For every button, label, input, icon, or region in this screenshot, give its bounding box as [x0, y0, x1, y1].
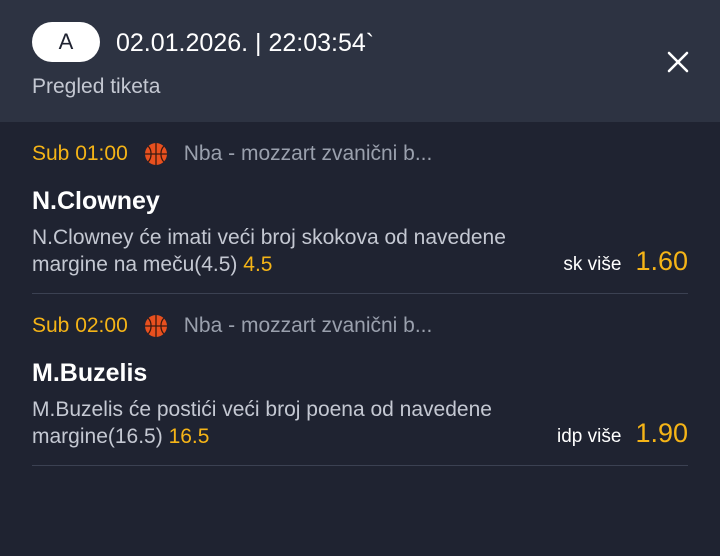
odd-value: 1.90: [635, 418, 688, 448]
page-title: Pregled tiketa: [32, 75, 161, 98]
basketball-icon: [144, 314, 168, 338]
close-button[interactable]: [664, 48, 692, 76]
market-label: sk više: [563, 254, 622, 275]
ticket-datetime: 02.01.2026. | 22:03:54`: [116, 29, 375, 57]
league-name: Nba - mozzart zvanični b...: [183, 142, 433, 165]
match-meta: Sub 01:00 Nba - mozzart zvanični b...: [32, 141, 432, 167]
bet-description: N.Clowney će imati veći broj skokova od …: [32, 224, 532, 278]
bet-line-value: 16.5: [168, 425, 210, 448]
match-time: Sub 02:00: [32, 314, 128, 337]
bet-description: M.Buzelis će postići veći broj poena od …: [32, 396, 532, 450]
market-label: idp više: [557, 426, 622, 447]
selection-item: Sub 01:00 Nba - mozzart zvanični b... N.…: [32, 122, 688, 294]
bet-description-text: M.Buzelis će postići veći broj poena od …: [32, 398, 492, 448]
ticket-header: A 02.01.2026. | 22:03:54` Pregled tiketa: [0, 0, 720, 122]
ticket-selections: Sub 01:00 Nba - mozzart zvanični b... N.…: [32, 122, 688, 466]
bet-line-value: 4.5: [243, 253, 273, 276]
basketball-icon: [144, 142, 168, 166]
match-time: Sub 01:00: [32, 142, 128, 165]
player-name: M.Buzelis: [32, 359, 148, 387]
player-name: N.Clowney: [32, 187, 160, 215]
odds-box[interactable]: sk više 1.60: [563, 246, 688, 277]
league-name: Nba - mozzart zvanični b...: [183, 314, 433, 337]
close-icon: [667, 51, 689, 73]
selection-item: Sub 02:00 Nba - mozzart zvanični b... M.…: [32, 294, 688, 466]
odds-box[interactable]: idp više 1.90: [557, 418, 688, 449]
match-meta: Sub 02:00 Nba - mozzart zvanični b...: [32, 313, 432, 339]
ticket-badge: A: [32, 22, 100, 62]
odd-value: 1.60: [635, 246, 688, 276]
